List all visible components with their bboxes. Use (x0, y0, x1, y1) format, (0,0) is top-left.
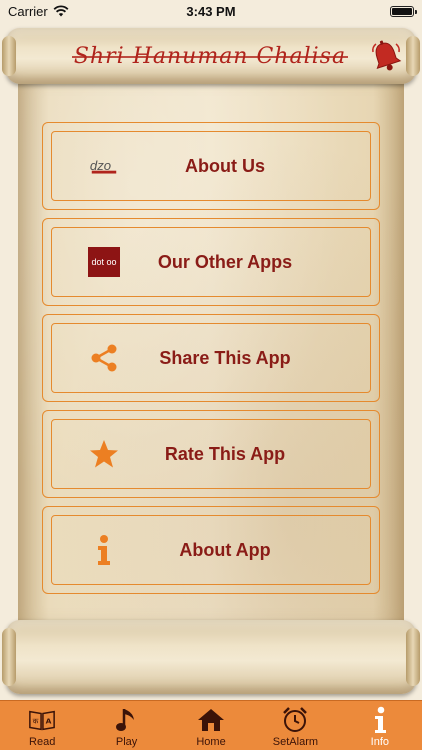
battery-icon (390, 5, 417, 17)
info-icon (88, 534, 120, 566)
wifi-icon (53, 5, 69, 17)
about-app-button[interactable]: About App (42, 506, 380, 594)
rate-app-button[interactable]: Rate This App (42, 410, 380, 498)
share-icon (88, 342, 120, 374)
status-left: Carrier (8, 4, 69, 19)
info-tab-icon (366, 706, 394, 734)
tab-setalarm[interactable]: SetAlarm (253, 701, 337, 750)
share-app-inner[interactable]: Share This App (51, 323, 371, 393)
tab-play-label: Play (115, 736, 138, 748)
star-icon (88, 438, 120, 470)
status-bar: Carrier 3:43 PM (0, 0, 422, 22)
home-icon (197, 706, 225, 734)
tab-read[interactable]: क A Read (0, 701, 84, 750)
tab-info[interactable]: Info (338, 701, 422, 750)
tab-read-label: Read (29, 736, 56, 748)
scroll-bottom-roll (2, 620, 420, 694)
svg-text:क: क (33, 717, 39, 726)
dzo-logo-text: dzo (90, 158, 111, 173)
other-apps-button[interactable]: dot oo Our Other Apps (42, 218, 380, 306)
tab-bar: क A Read Play Home SetAlarm Info (0, 700, 422, 750)
about-us-inner[interactable]: dzo About Us (51, 131, 371, 201)
about-app-inner[interactable]: About App (51, 515, 371, 585)
bell-icon[interactable] (368, 38, 404, 74)
dotoo-logo-text: dot oo (91, 257, 116, 267)
tab-home[interactable]: Home (169, 701, 253, 750)
tab-play[interactable]: Play (84, 701, 168, 750)
svg-text:A: A (46, 717, 52, 726)
carrier-label: Carrier (8, 3, 48, 19)
dotoo-logo-icon: dot oo (88, 246, 120, 278)
menu-list: dzo About Us dot oo Our Other Apps Share… (42, 122, 380, 602)
share-app-button[interactable]: Share This App (42, 314, 380, 402)
music-note-icon (113, 706, 141, 734)
tab-info-label: Info (370, 736, 389, 748)
page-title: Shri Hanuman Chalisa (60, 44, 360, 69)
rate-app-inner[interactable]: Rate This App (51, 419, 371, 489)
other-apps-inner[interactable]: dot oo Our Other Apps (51, 227, 371, 297)
tab-setalarm-label: SetAlarm (272, 736, 319, 748)
scroll-background: Shri Hanuman Chalisa dzo About Us dot oo… (0, 22, 422, 700)
alarm-clock-icon (281, 706, 309, 734)
tab-home-label: Home (196, 736, 226, 748)
read-book-icon: क A (28, 706, 56, 734)
about-us-button[interactable]: dzo About Us (42, 122, 380, 210)
dzo-logo-icon: dzo (88, 150, 120, 182)
